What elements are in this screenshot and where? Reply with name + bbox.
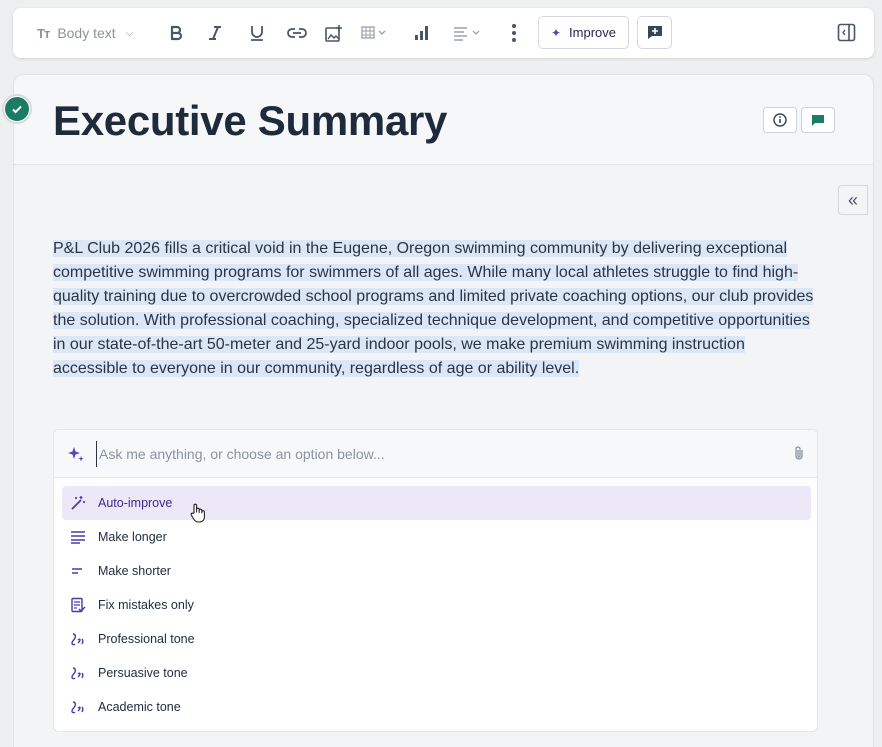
align-dropdown[interactable] [453,21,483,45]
ai-option-make-longer[interactable]: Make longer [62,520,811,554]
ai-option-label: Fix mistakes only [98,598,194,612]
table-icon [361,26,386,39]
align-left-icon [454,27,480,41]
lines-long-icon [70,530,90,544]
ai-prompt-row [54,430,817,478]
selected-paragraph[interactable]: P&L Club 2026 fills a critical void in t… [53,237,823,381]
bold-icon [170,25,183,41]
ai-options-list: Auto-improve Make longer Make shorter Fi… [62,486,811,724]
hand-cursor-icon [189,503,207,528]
sparkle-icon [67,445,85,468]
ai-option-label: Persuasive tone [98,666,188,680]
ai-option-professional-tone[interactable]: Professional tone [62,622,811,656]
underline-button[interactable] [248,21,266,45]
table-dropdown[interactable] [361,21,389,45]
side-panel-toggle[interactable] [837,23,856,47]
bar-chart-icon [415,26,428,40]
ai-option-fix-mistakes[interactable]: Fix mistakes only [62,588,811,622]
check-icon [5,97,29,121]
text-style-label: Body text [57,25,116,41]
bold-button[interactable] [167,21,185,45]
image-add-icon [325,24,342,42]
sparkle-icon: ✦ [550,25,562,40]
add-comment-button[interactable] [637,16,672,49]
editor-toolbar: Tт Body text ⌵ ✦ Improve [13,8,874,58]
document-header: Executive Summary [14,75,873,165]
text-style-icon: Tт [37,25,50,41]
comments-button[interactable] [801,107,835,133]
italic-button[interactable] [206,21,224,45]
paragraph-text: P&L Club 2026 fills a critical void in t… [53,240,814,377]
ai-option-auto-improve[interactable]: Auto-improve [62,486,811,520]
magic-wand-icon [70,495,90,511]
link-button[interactable] [287,21,307,45]
ai-option-label: Make shorter [98,564,171,578]
italic-icon [209,26,221,40]
lines-short-icon [70,564,90,578]
tone-icon [70,665,90,681]
section-complete-badge[interactable] [2,94,32,124]
chart-button[interactable] [412,21,430,45]
attachment-button[interactable] [793,445,805,466]
sidebar-panel-icon [837,23,856,42]
ai-option-label: Professional tone [98,632,195,646]
ai-option-make-shorter[interactable]: Make shorter [62,554,811,588]
ai-option-academic-tone[interactable]: Academic tone [62,690,811,724]
info-icon [773,113,787,127]
insert-image-button[interactable] [324,21,343,45]
expand-panel-button[interactable]: « [838,185,868,215]
paperclip-icon [795,446,803,460]
spellcheck-icon [70,597,90,613]
ai-option-label: Make longer [98,530,167,544]
improve-button[interactable]: ✦ Improve [538,16,629,49]
link-icon [287,28,307,38]
ai-option-label: Auto-improve [98,496,173,510]
more-options-button[interactable] [510,21,518,45]
tone-icon [70,699,90,715]
page-title[interactable]: Executive Summary [53,97,447,145]
double-chevron-left-icon: « [847,189,858,210]
underline-icon [251,26,263,41]
text-style-dropdown[interactable]: Tт Body text ⌵ [37,8,133,58]
comment-add-icon [647,26,662,39]
ai-option-label: Academic tone [98,700,181,714]
more-vertical-icon [512,24,516,42]
improve-label: Improve [569,25,617,40]
ai-assistant-panel: Auto-improve Make longer Make shorter Fi… [53,429,818,732]
chevron-down-icon: ⌵ [125,27,134,39]
ai-option-persuasive-tone[interactable]: Persuasive tone [62,656,811,690]
info-button[interactable] [763,107,797,133]
ai-prompt-input[interactable] [96,441,776,467]
tone-icon [70,631,90,647]
comment-icon [812,114,824,126]
